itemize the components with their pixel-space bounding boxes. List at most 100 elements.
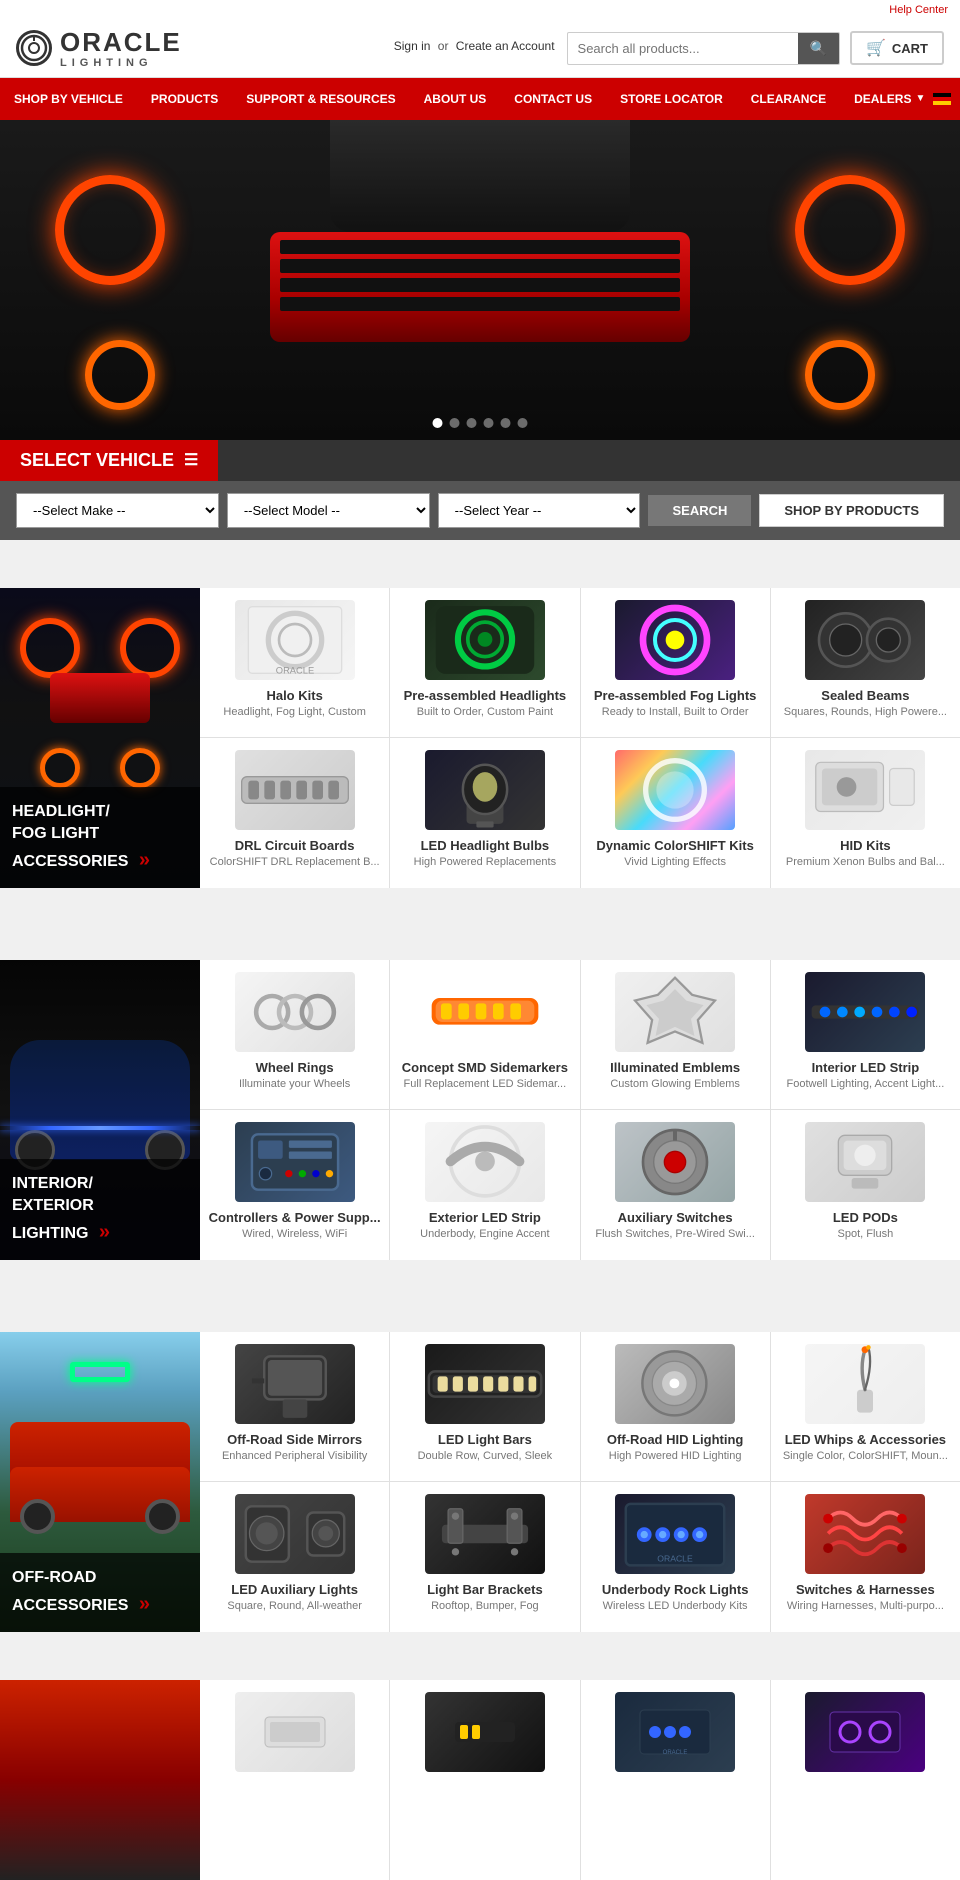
last-product-2-image <box>425 1692 545 1772</box>
aux-lights-name: LED Auxiliary Lights <box>231 1582 358 1597</box>
interior-banner-label: INTERIOR/ EXTERIOR LIGHTING » <box>0 1159 200 1260</box>
product-smd-sidemarkers[interactable]: Concept SMD Sidemarkers Full Replacement… <box>390 960 579 1110</box>
carousel-dot-3[interactable] <box>467 418 477 428</box>
nav-products[interactable]: PRODUCTS <box>137 78 232 120</box>
product-led-pods[interactable]: LED PODs Spot, Flush <box>771 1110 960 1260</box>
logo-sub: LIGHTING <box>60 57 182 69</box>
offroad-products-grid: Off-Road Side Mirrors Enhanced Periphera… <box>200 1332 960 1632</box>
product-offroad-mirrors[interactable]: Off-Road Side Mirrors Enhanced Periphera… <box>200 1332 389 1482</box>
nav-about[interactable]: ABOUT US <box>410 78 501 120</box>
product-controllers[interactable]: Controllers & Power Supp... Wired, Wirel… <box>200 1110 389 1260</box>
product-hid-kits[interactable]: HID Kits Premium Xenon Bulbs and Bal... <box>771 738 960 888</box>
product-led-whips[interactable]: LED Whips & Accessories Single Color, Co… <box>771 1332 960 1482</box>
product-light-bar-brackets[interactable]: Light Bar Brackets Rooftop, Bumper, Fog <box>390 1482 579 1632</box>
interior-banner-visual <box>0 960 200 1180</box>
year-select[interactable]: --Select Year -- <box>438 493 641 528</box>
led-light-bars-name: LED Light Bars <box>438 1432 532 1447</box>
nav-support[interactable]: SUPPORT & RESOURCES <box>232 78 409 120</box>
search-button[interactable]: 🔍 <box>798 33 839 64</box>
headlight-banner[interactable]: HEADLIGHT/ FOG LIGHT ACCESSORIES » <box>0 588 200 888</box>
smd-sidemarkers-name: Concept SMD Sidemarkers <box>402 1060 568 1075</box>
cart-button[interactable]: 🛒 CART <box>850 31 944 65</box>
vehicle-search-button[interactable]: SEARCH <box>648 495 751 526</box>
hero-grill <box>270 232 690 342</box>
smd-sidemarkers-sub: Full Replacement LED Sidemar... <box>404 1078 567 1090</box>
carousel-dot-1[interactable] <box>433 418 443 428</box>
nav-dealers[interactable]: DEALERS ▼ <box>840 78 960 120</box>
led-pods-sub: Spot, Flush <box>838 1228 894 1240</box>
logo[interactable]: ORACLE LIGHTING <box>16 28 182 69</box>
flag-icon <box>933 93 951 105</box>
preassembled-fog-name: Pre-assembled Fog Lights <box>594 688 757 703</box>
product-preassembled-headlights[interactable]: Pre-assembled Headlights Built to Order,… <box>390 588 579 738</box>
nav-contact[interactable]: CONTACT US <box>500 78 606 120</box>
header-right: Sign in or Create an Account 🔍 🛒 CART <box>394 31 944 65</box>
product-aux-lights[interactable]: LED Auxiliary Lights Square, Round, All-… <box>200 1482 389 1632</box>
product-switches-harnesses[interactable]: Switches & Harnesses Wiring Harnesses, M… <box>771 1482 960 1632</box>
product-interior-led-strip[interactable]: Interior LED Strip Footwell Lighting, Ac… <box>771 960 960 1110</box>
product-offroad-hid[interactable]: Off-Road HID Lighting High Powered HID L… <box>581 1332 770 1482</box>
led-headlight-bulbs-image <box>425 750 545 830</box>
product-led-headlight-bulbs[interactable]: LED Headlight Bulbs High Powered Replace… <box>390 738 579 888</box>
last-product-1-image <box>235 1692 355 1772</box>
product-halo-kits[interactable]: ORACLE Halo Kits Headlight, Fog Light, C… <box>200 588 389 738</box>
wheel-rings-name: Wheel Rings <box>256 1060 334 1075</box>
product-colorshift-kits[interactable]: Dynamic ColorSHIFT Kits Vivid Lighting E… <box>581 738 770 888</box>
product-last-4[interactable] <box>771 1680 960 1880</box>
product-drl-boards[interactable]: DRL Circuit Boards ColorSHIFT DRL Replac… <box>200 738 389 888</box>
product-last-2[interactable] <box>390 1680 579 1880</box>
hero-banner <box>0 120 960 440</box>
product-aux-switches[interactable]: Auxiliary Switches Flush Switches, Pre-W… <box>581 1110 770 1260</box>
product-last-3[interactable]: ORACLE <box>581 1680 770 1880</box>
logo-text-block: ORACLE LIGHTING <box>60 28 182 69</box>
led-whips-image <box>805 1344 925 1424</box>
offroad-hid-sub: High Powered HID Lighting <box>609 1450 742 1462</box>
carousel-dot-5[interactable] <box>501 418 511 428</box>
hero-hood <box>330 120 630 232</box>
offroad-hid-name: Off-Road HID Lighting <box>607 1432 743 1447</box>
top-bar: Help Center <box>0 0 960 20</box>
light-bar-brackets-image <box>425 1494 545 1574</box>
offroad-banner-visual <box>0 1332 200 1552</box>
product-emblems[interactable]: Illuminated Emblems Custom Glowing Emble… <box>581 960 770 1110</box>
nav-clearance[interactable]: CLEARANCE <box>737 78 840 120</box>
make-select[interactable]: --Select Make -- <box>16 493 219 528</box>
offroad-banner[interactable]: OFF-ROAD ACCESSORIES » <box>0 1332 200 1632</box>
last-section-grid-partial: ORACLE <box>200 1680 960 1880</box>
product-wheel-rings[interactable]: Wheel Rings Illuminate your Wheels <box>200 960 389 1110</box>
help-center-link[interactable]: Help Center <box>889 4 948 16</box>
auth-or: or <box>438 39 449 53</box>
product-underbody-rock-lights[interactable]: ORACLE Underbody Rock Lights Wireless LE… <box>581 1482 770 1632</box>
aux-switches-name: Auxiliary Switches <box>618 1210 733 1225</box>
svg-text:ORACLE: ORACLE <box>275 665 313 675</box>
nav-store-locator[interactable]: STORE LOCATOR <box>606 78 737 120</box>
section-headlight: HEADLIGHT/ FOG LIGHT ACCESSORIES » ORACL… <box>0 588 960 888</box>
offroad-mirrors-image <box>235 1344 355 1424</box>
product-last-1[interactable] <box>200 1680 389 1880</box>
divider-4 <box>0 1656 960 1680</box>
interior-banner[interactable]: INTERIOR/ EXTERIOR LIGHTING » <box>0 960 200 1260</box>
carousel-dot-4[interactable] <box>484 418 494 428</box>
nav-shop-by-vehicle[interactable]: SHOP BY VEHICLE <box>0 78 137 120</box>
headlight-banner-visual <box>0 588 200 808</box>
carousel-dot-2[interactable] <box>450 418 460 428</box>
carousel-dots <box>433 418 528 428</box>
create-account-link[interactable]: Create an Account <box>456 39 555 53</box>
product-preassembled-fog[interactable]: Pre-assembled Fog Lights Ready to Instal… <box>581 588 770 738</box>
signin-link[interactable]: Sign in <box>394 39 431 53</box>
led-light-bars-image <box>425 1344 545 1424</box>
model-select[interactable]: --Select Model -- <box>227 493 430 528</box>
select-vehicle-label: SELECT VEHICLE <box>20 450 174 471</box>
search-input[interactable] <box>568 34 798 63</box>
preassembled-headlights-image <box>425 600 545 680</box>
smd-sidemarkers-image <box>425 972 545 1052</box>
product-led-light-bars[interactable]: LED Light Bars Double Row, Curved, Sleek <box>390 1332 579 1482</box>
carousel-dot-6[interactable] <box>518 418 528 428</box>
auth-links: Sign in or Create an Account <box>394 39 555 53</box>
product-exterior-led-strip[interactable]: Exterior LED Strip Underbody, Engine Acc… <box>390 1110 579 1260</box>
last-banner-partial[interactable] <box>0 1680 200 1880</box>
vehicle-shop-button[interactable]: SHOP BY PRODUCTS <box>759 494 944 527</box>
headlight-banner-label: HEADLIGHT/ FOG LIGHT ACCESSORIES » <box>0 787 200 888</box>
svg-text:ORACLE: ORACLE <box>663 1750 688 1756</box>
product-sealed-beams[interactable]: Sealed Beams Squares, Rounds, High Power… <box>771 588 960 738</box>
